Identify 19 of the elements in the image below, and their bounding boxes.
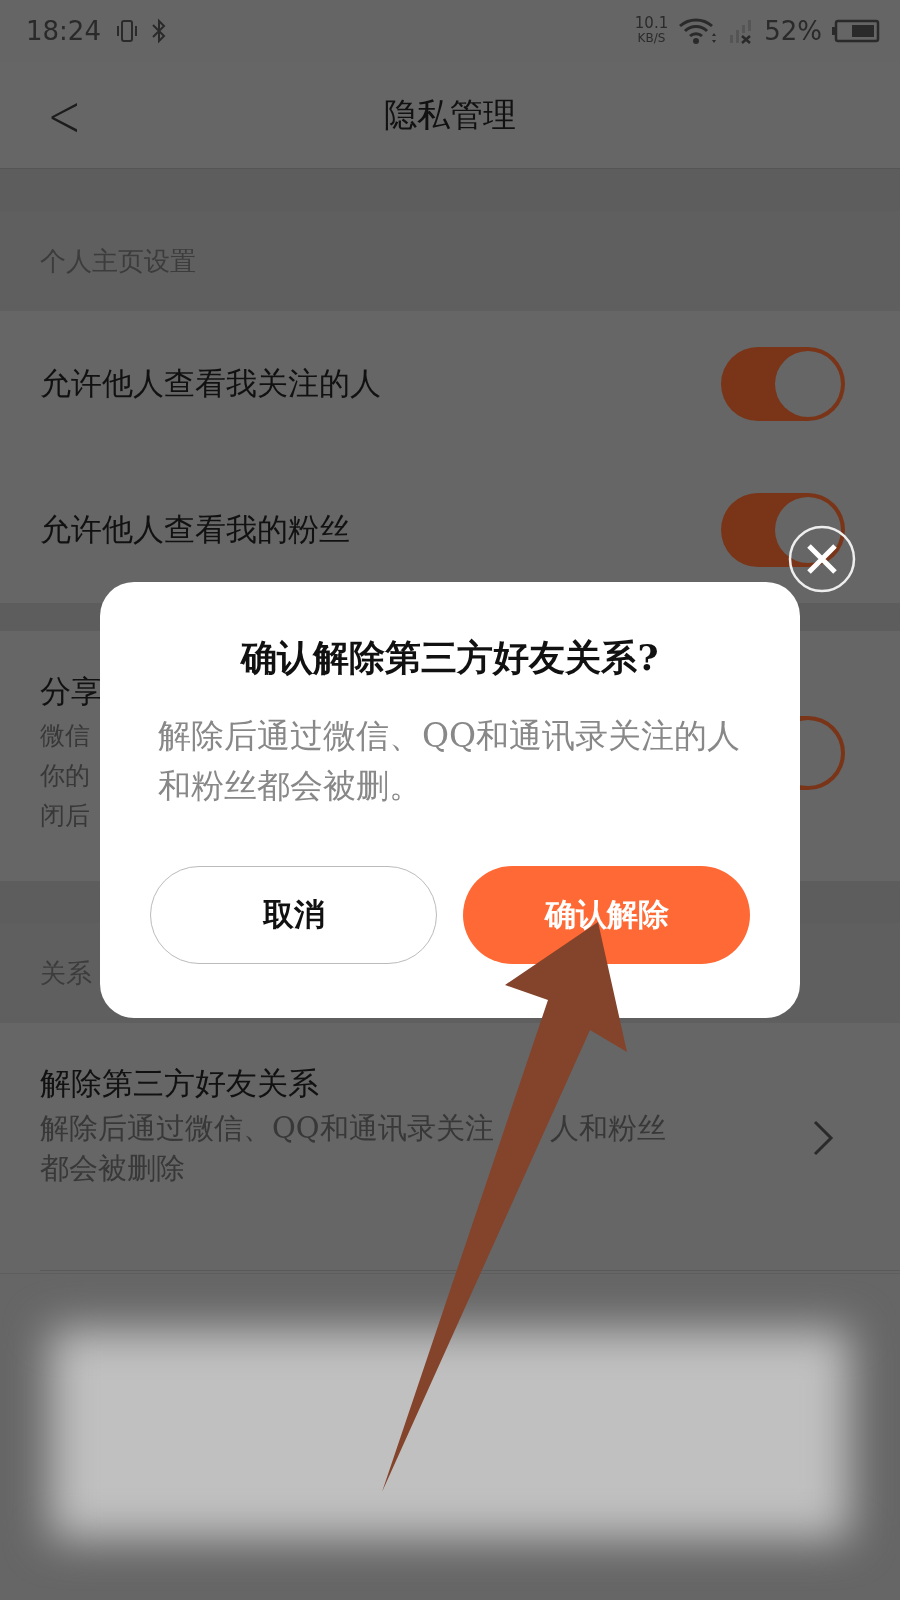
dialog-message: 解除后通过微信、QQ和通讯录关注的人和粉丝都会被删。 [158,715,742,807]
close-icon[interactable] [787,524,857,594]
cancel-button[interactable]: 取消 [150,866,437,964]
chevron-icon[interactable] [811,1118,835,1158]
battery-percent: 52% [764,16,822,46]
setting-title: 允许他人查看我关注的人 [40,364,381,403]
confirm-button[interactable]: 确认解除 [463,866,750,964]
network-speed: 10.1 [634,16,669,31]
page-title: 隐私管理 [384,93,516,136]
setting-title: 解除第三方好友关系 [40,1064,320,1103]
setting-title: 分享 [40,672,102,711]
dialog-title: 确认解除第三方好友关系? [241,635,659,680]
wifi-icon [678,17,719,45]
status-time: 18:24 [26,16,101,46]
setting-title: 允许他人查看我的粉丝 [40,510,350,549]
vibrate-icon [114,18,139,44]
battery-icon [832,19,880,43]
back-button[interactable]: < [47,82,82,150]
speed-unit: KB/S [637,31,666,46]
